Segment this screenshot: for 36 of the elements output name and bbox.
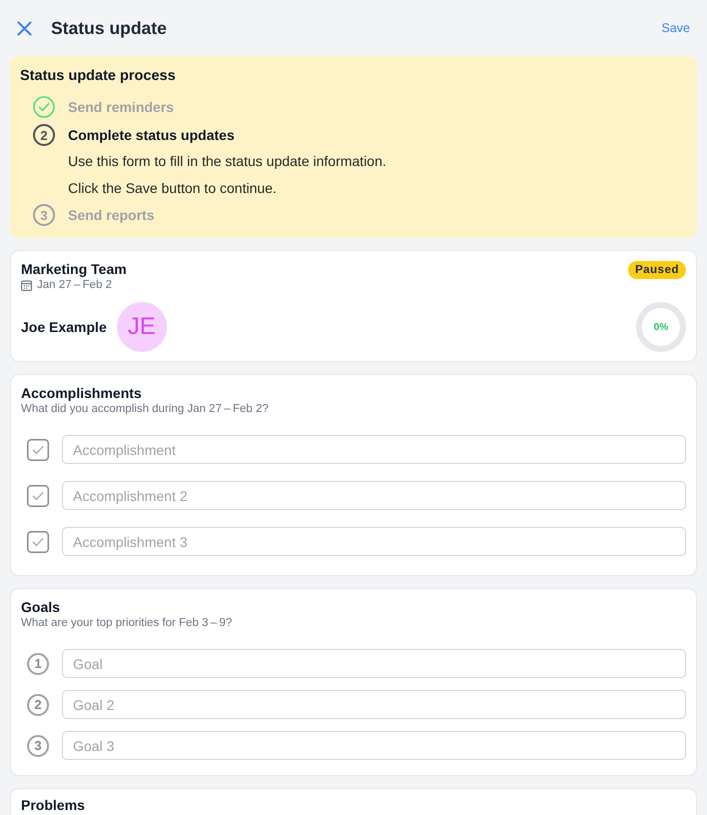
step-label: Send reports	[68, 206, 156, 225]
section-prompt: What are your top priorities for Feb 3 – 9?	[21, 616, 234, 630]
step-label: Complete status updates	[68, 126, 236, 145]
goal-number: 3	[27, 734, 49, 756]
date-range: Jan 27 – Feb 2	[37, 278, 112, 292]
section-prompt: What did you accomplish during Jan 27 – Feb 2?	[21, 402, 270, 416]
section-title: Goals	[21, 598, 61, 616]
goal-number: 1	[27, 652, 49, 674]
goal-field[interactable]: Goal 3	[62, 731, 686, 760]
section-title: Accomplishments	[21, 384, 143, 402]
step-number: 3	[33, 204, 55, 226]
calendar-icon	[21, 280, 32, 290]
close-icon[interactable]	[17, 20, 32, 36]
goal-field[interactable]: Goal 2	[62, 690, 686, 719]
accomplishment-field[interactable]: Accomplishment 2	[62, 481, 686, 510]
progress-percentage: 0%	[654, 322, 668, 332]
process-title: Status update process	[20, 67, 177, 86]
step-description: Click the Save button to continue.	[68, 179, 278, 198]
status-badge: Paused	[628, 261, 686, 279]
team-name: Marketing Team	[21, 260, 127, 278]
step-number: 2	[33, 124, 55, 146]
save-button[interactable]: Save	[662, 21, 690, 35]
step-label: Send reminders	[68, 98, 175, 117]
goal-field[interactable]: Goal	[62, 649, 686, 678]
person-name: Joe Example	[21, 319, 107, 335]
page-title: Status update	[51, 18, 168, 38]
progress-ring	[636, 302, 686, 352]
avatar: JE	[116, 302, 167, 352]
accomplishment-field[interactable]: Accomplishment 3	[62, 527, 686, 556]
checkbox[interactable]	[27, 484, 49, 506]
step-description: Use this form to fill in the status update information.	[68, 152, 388, 171]
checkbox[interactable]	[27, 530, 49, 552]
checkbox[interactable]	[27, 438, 49, 460]
accomplishment-field[interactable]: Accomplishment	[62, 435, 686, 464]
goal-number: 2	[27, 694, 49, 716]
section-title: Problems	[21, 796, 86, 814]
